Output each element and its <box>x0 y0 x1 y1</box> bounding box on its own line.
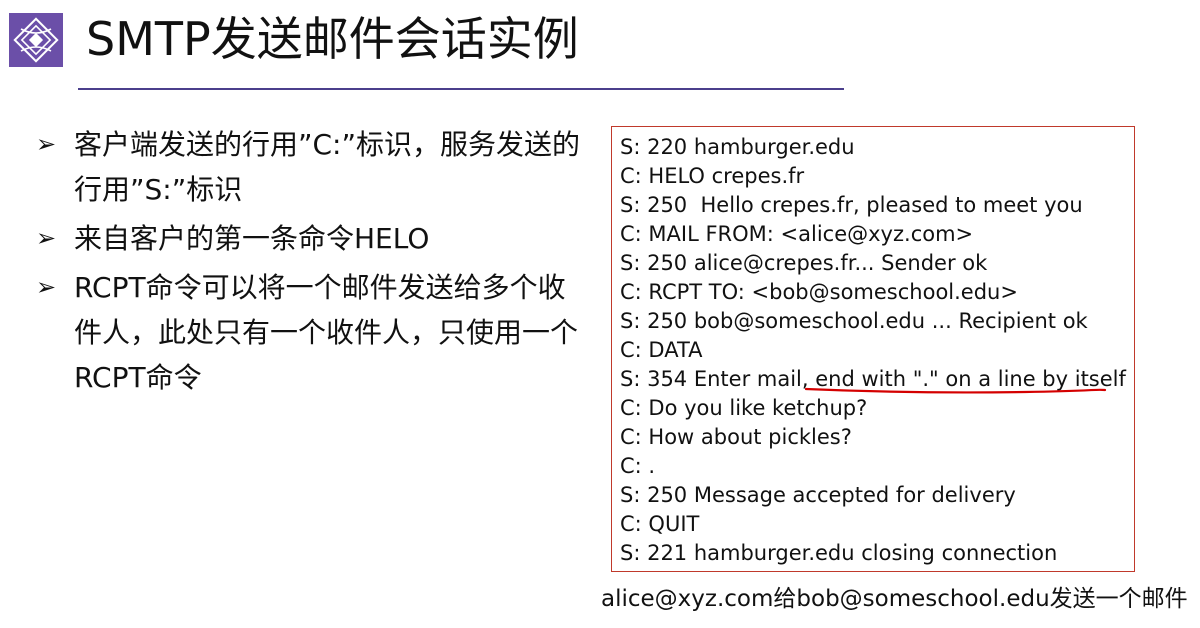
page-title: SMTP发送邮件会话实例 <box>86 12 579 66</box>
caption: alice@xyz.com给bob@someschool.edu发送一个邮件 <box>601 586 1188 612</box>
title-divider <box>78 88 844 90</box>
bullet-text: 客户端发送的行用”C:”标识，服务发送的行用”S:”标识 <box>74 128 580 206</box>
list-item: ➢ 来自客户的第一条命令HELO <box>36 216 584 261</box>
session-line: C: How about pickles? <box>620 425 852 449</box>
arrow-bullet-icon: ➢ <box>36 273 57 301</box>
session-line: S: 220 hamburger.edu <box>620 135 855 159</box>
list-item: ➢ RCPT命令可以将一个邮件发送给多个收件人，此处只有一个收件人，只使用一个R… <box>36 265 584 400</box>
bullet-text: 来自客户的第一条命令HELO <box>74 222 430 255</box>
session-line: C: HELO crepes.fr <box>620 164 805 188</box>
session-line: S: 250 alice@crepes.fr... Sender ok <box>620 251 988 275</box>
session-line: S: 250 bob@someschool.edu ... Recipient … <box>620 309 1088 333</box>
session-line: C: . <box>620 454 656 478</box>
session-line: S: 250 Message accepted for delivery <box>620 483 1016 507</box>
smtp-session-box: S: 220 hamburger.edu C: HELO crepes.fr S… <box>611 126 1135 572</box>
session-transcript: S: 220 hamburger.edu C: HELO crepes.fr S… <box>620 133 1126 568</box>
session-line: S: 250 Hello crepes.fr, pleased to meet … <box>620 193 1083 217</box>
session-line: C: MAIL FROM: <alice@xyz.com> <box>620 222 974 246</box>
university-seal-icon <box>9 13 63 67</box>
session-line: C: DATA <box>620 338 703 362</box>
list-item: ➢ 客户端发送的行用”C:”标识，服务发送的行用”S:”标识 <box>36 122 584 212</box>
red-underline-annotation <box>805 387 1107 394</box>
session-line: C: Do you like ketchup? <box>620 396 868 420</box>
arrow-bullet-icon: ➢ <box>36 130 57 158</box>
session-line: C: RCPT TO: <bob@someschool.edu> <box>620 280 1018 304</box>
arrow-bullet-icon: ➢ <box>36 224 57 252</box>
session-line: C: QUIT <box>620 512 700 536</box>
bullet-list: ➢ 客户端发送的行用”C:”标识，服务发送的行用”S:”标识 ➢ 来自客户的第一… <box>36 122 584 404</box>
bullet-text: RCPT命令可以将一个邮件发送给多个收件人，此处只有一个收件人，只使用一个RCP… <box>74 271 579 394</box>
session-line: S: 221 hamburger.edu closing connection <box>620 541 1058 565</box>
